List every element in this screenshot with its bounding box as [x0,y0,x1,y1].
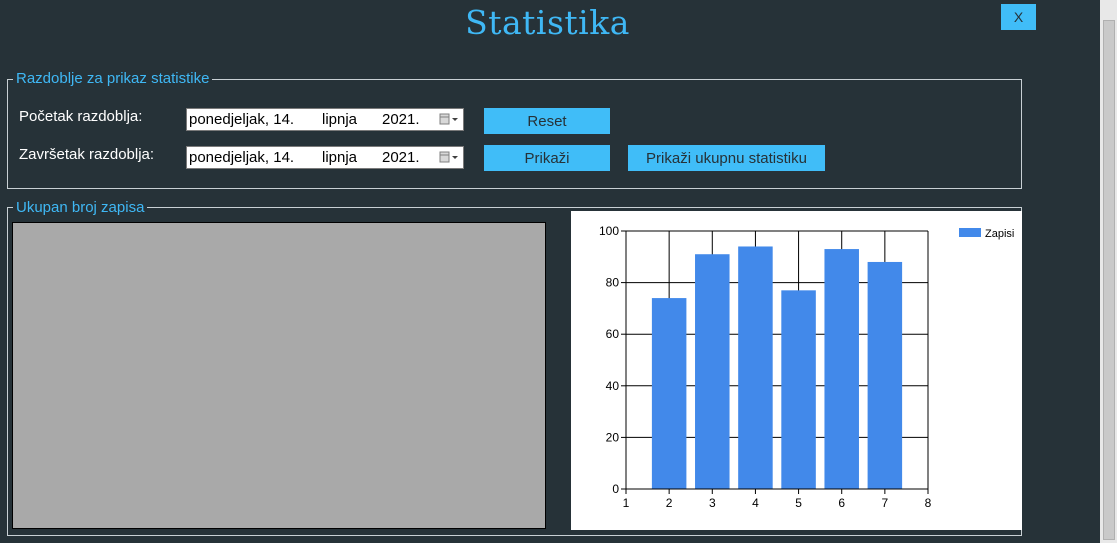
chart-bar [824,249,859,489]
show-button[interactable]: Prikaži [484,145,610,171]
end-date-month: lipnja [322,149,358,166]
period-groupbox [7,79,1022,189]
chart-bar [695,254,730,489]
period-group-legend: Razdoblje za prikaz statistike [13,70,213,88]
x-tick-label: 6 [838,496,845,510]
calendar-dropdown-icon[interactable] [439,113,459,126]
x-tick-label: 8 [925,496,932,510]
reset-button[interactable]: Reset [484,108,610,134]
x-tick-label: 2 [666,496,673,510]
records-group-legend: Ukupan broj zapisa [13,199,148,217]
end-period-label: Završetak razdoblja: [19,146,155,163]
calendar-dropdown-icon[interactable] [439,151,459,164]
start-date-year: 2021. [382,111,420,128]
start-date-month: lipnja [322,111,358,128]
y-tick-label: 80 [606,276,620,290]
show-total-statistics-button[interactable]: Prikaži ukupnu statistiku [628,145,825,171]
legend-label: Zapisi [985,228,1014,240]
records-display-panel [12,222,546,529]
x-tick-label: 1 [623,496,630,510]
chart-bar [738,246,773,489]
records-chart: 0 20 40 60 80 100 1 2 3 4 5 6 7 8 Zapisi [571,211,1022,530]
x-tick-label: 5 [795,496,802,510]
legend-swatch [959,228,981,237]
chart-bar [781,290,816,489]
scrollbar-thumb[interactable] [1103,20,1115,540]
x-tick-label: 3 [709,496,716,510]
end-date-day: ponedjeljak, 14. [189,149,295,166]
y-tick-label: 40 [606,379,620,393]
chart-svg: 0 20 40 60 80 100 1 2 3 4 5 6 7 8 Zapisi [599,224,1014,510]
start-date-day: ponedjeljak, 14. [189,111,295,128]
x-tick-label: 7 [882,496,889,510]
y-tick-label: 0 [612,482,619,496]
x-tick-label: 4 [752,496,759,510]
y-tick-label: 100 [599,224,619,238]
end-date-year: 2021. [382,149,420,166]
chart-bar [651,298,687,489]
y-tick-label: 20 [606,430,620,444]
y-tick-label: 60 [606,327,620,341]
close-button[interactable]: X [1001,4,1036,30]
chart-bar [867,261,903,489]
end-date-picker[interactable]: ponedjeljak, 14. lipnja 2021. [186,146,464,169]
start-period-label: Početak razdoblja: [19,108,143,125]
start-date-picker[interactable]: ponedjeljak, 14. lipnja 2021. [186,108,464,131]
window-title: Statistika [465,3,630,42]
